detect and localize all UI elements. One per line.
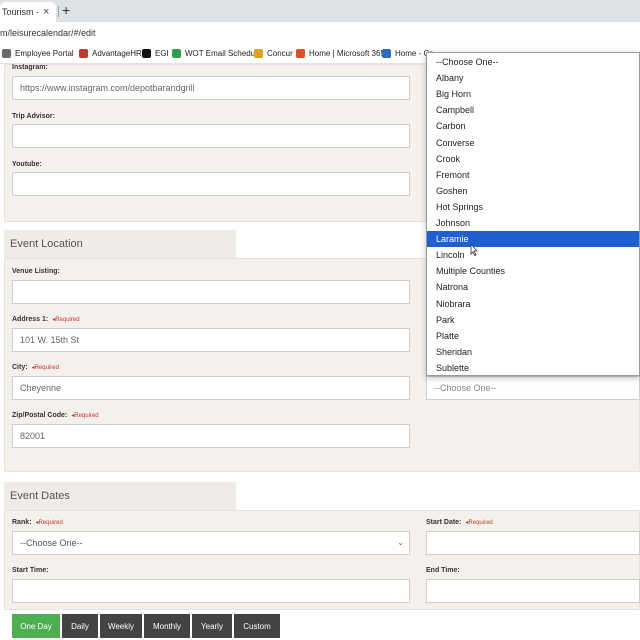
instagram-input[interactable]: https://www.instagram.com/depotbarandgri… <box>12 76 410 100</box>
tab-monthly[interactable]: Monthly <box>144 614 190 638</box>
county-option[interactable]: --Choose One-- <box>427 54 639 70</box>
required-text: Required <box>74 413 99 419</box>
bookmark-wot-email-schedule[interactable]: WOT Email Schedule <box>172 49 261 58</box>
egi-icon <box>142 49 151 58</box>
county-dropdown-list[interactable]: --Choose One-- Albany Big Horn Campbell Carb… <box>426 52 640 376</box>
bookmark-label: EGI <box>155 49 169 58</box>
tab-strip: Tourism - × + <box>0 0 640 22</box>
sheet-icon <box>172 49 181 58</box>
tab-daily[interactable]: Daily <box>62 614 98 638</box>
end-time-label: End Time: <box>426 567 460 574</box>
rank-label-text: Rank: <box>12 519 32 526</box>
address-label: Address 1: ◂Required <box>12 316 80 323</box>
rank-select-value: --Choose One-- <box>20 538 83 548</box>
required-marker: ◂Required <box>31 365 59 371</box>
county-option[interactable]: Park <box>427 312 639 328</box>
required-marker: ◂Required <box>71 413 99 419</box>
event-location-heading: Event Location <box>4 230 236 258</box>
county-option[interactable]: Albany <box>427 70 639 86</box>
county-option[interactable]: Sheridan <box>427 344 639 360</box>
bookmark-label: Home | Microsoft 365 <box>309 49 385 58</box>
venue-input[interactable] <box>12 280 410 304</box>
start-time-input[interactable] <box>12 579 410 603</box>
bookmark-egi[interactable]: EGI <box>142 49 169 58</box>
bookmark-label: Concur <box>267 49 293 58</box>
youtube-label: Youtube: <box>12 161 42 168</box>
start-date-input[interactable] <box>426 531 640 555</box>
start-date-label: Start Date: ◂Required <box>426 519 493 526</box>
bookmark-employee-portal[interactable]: Employee Portal <box>2 49 74 58</box>
end-time-input[interactable] <box>426 579 640 603</box>
required-marker: ◂Required <box>465 520 493 526</box>
tab-one-day[interactable]: One Day <box>12 614 60 638</box>
concur-icon <box>254 49 263 58</box>
county-option[interactable]: Lincoln <box>427 247 639 263</box>
portal-icon <box>2 49 11 58</box>
county-option[interactable]: Natrona <box>427 279 639 295</box>
tripadvisor-label: Trip Advisor: <box>12 113 55 120</box>
url-text[interactable]: m/leisurecalendar/#/edit <box>0 28 96 38</box>
bookmark-advantagehr[interactable]: AdvantageHR <box>79 49 142 58</box>
county-option[interactable]: Campbell <box>427 102 639 118</box>
mouse-cursor-icon <box>470 244 478 256</box>
required-marker: ◂Required <box>52 317 80 323</box>
rank-select[interactable]: --Choose One-- ⌄ <box>12 531 410 555</box>
zip-label: Zip/Postal Code: ◂Required <box>12 412 99 419</box>
zip-input[interactable]: 82001 <box>12 424 410 448</box>
globe-icon <box>382 49 391 58</box>
address-label-text: Address 1: <box>12 316 49 323</box>
venue-label: Venue Listing: <box>12 268 60 275</box>
tab-weekly[interactable]: Weekly <box>100 614 142 638</box>
required-marker: ◂Required <box>35 520 63 526</box>
county-option[interactable]: Big Horn <box>427 86 639 102</box>
zip-label-text: Zip/Postal Code: <box>12 412 68 419</box>
bookmark-label: AdvantageHR <box>92 49 142 58</box>
tab-title: Tourism - <box>2 7 40 17</box>
county-option[interactable]: Converse <box>427 135 639 151</box>
bookmark-label: WOT Email Schedule <box>185 49 262 58</box>
youtube-input[interactable] <box>12 172 410 196</box>
county-option[interactable]: Niobrara <box>427 296 639 312</box>
city-input[interactable]: Cheyenne <box>12 376 410 400</box>
county-option[interactable]: Johnson <box>427 215 639 231</box>
county-option[interactable]: Platte <box>427 328 639 344</box>
address-bar[interactable]: m/leisurecalendar/#/edit <box>0 22 640 46</box>
browser-tab[interactable]: Tourism - × <box>0 2 56 22</box>
chevron-down-icon: ⌄ <box>397 538 404 547</box>
address-input[interactable]: 101 W. 15th St <box>12 328 410 352</box>
bookmark-microsoft-365[interactable]: Home | Microsoft 365 <box>296 49 385 58</box>
county-option[interactable]: Laramie <box>427 231 639 248</box>
county-option[interactable]: Hot Springs <box>427 199 639 215</box>
city-label: City: ◂Required <box>12 364 59 371</box>
bookmark-label: Employee Portal <box>15 49 74 58</box>
county-option[interactable]: Multiple Counties <box>427 263 639 279</box>
county-option[interactable]: Fremont <box>427 167 639 183</box>
county-select[interactable]: --Choose One-- <box>426 376 640 400</box>
advantagehr-icon <box>79 49 88 58</box>
tab-yearly[interactable]: Yearly <box>192 614 232 638</box>
required-text: Required <box>55 317 80 323</box>
browser-window: { "browser": { "tab_title": "Tourism - "… <box>0 0 640 640</box>
tripadvisor-input[interactable] <box>12 124 410 148</box>
ms365-icon <box>296 49 305 58</box>
tab-custom[interactable]: Custom <box>234 614 280 638</box>
required-text: Required <box>34 365 59 371</box>
instagram-label: Instagram: <box>12 64 48 71</box>
county-option[interactable]: Crook <box>427 151 639 167</box>
required-text: Required <box>38 520 63 526</box>
county-option[interactable]: Sublette <box>427 360 639 375</box>
tab-separator <box>58 6 59 17</box>
bookmark-concur[interactable]: Concur <box>254 49 293 58</box>
new-tab-icon[interactable]: + <box>62 2 70 18</box>
required-text: Required <box>468 520 493 526</box>
county-option[interactable]: Goshen <box>427 183 639 199</box>
city-label-text: City: <box>12 364 28 371</box>
start-date-label-text: Start Date: <box>426 519 462 526</box>
county-option[interactable]: Carbon <box>427 118 639 134</box>
event-dates-heading: Event Dates <box>4 482 236 510</box>
rank-label: Rank: ◂Required <box>12 519 63 526</box>
close-icon[interactable]: × <box>43 6 49 18</box>
start-time-label: Start Time: <box>12 567 49 574</box>
